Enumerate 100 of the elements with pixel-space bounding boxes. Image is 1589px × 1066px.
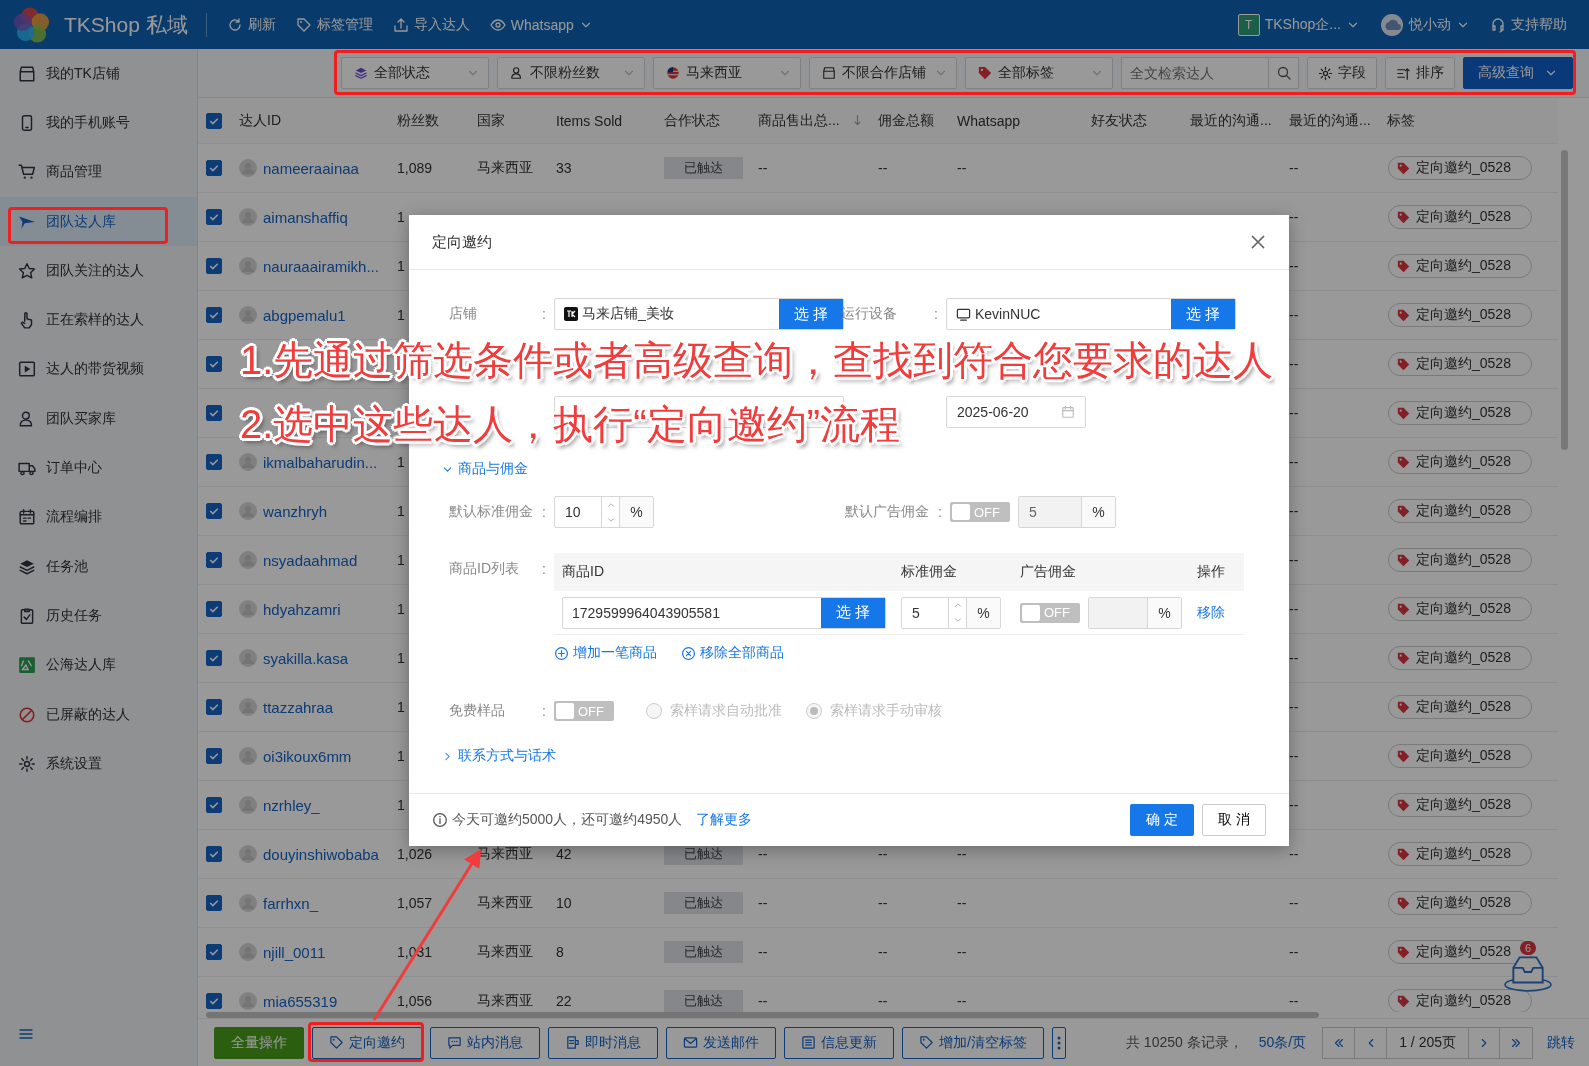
sidebar-item[interactable]: 订单中心 bbox=[0, 443, 197, 493]
select-button[interactable]: 选 择 bbox=[779, 299, 843, 329]
filter-dropdown[interactable]: 全部标签 bbox=[965, 57, 1113, 89]
search-field[interactable]: 全文检索达人 bbox=[1121, 57, 1269, 89]
number-field[interactable]: % bbox=[1088, 596, 1182, 629]
advanced-search-button[interactable]: 高级查询 bbox=[1463, 57, 1573, 89]
column-header[interactable]: 达人ID bbox=[239, 111, 281, 130]
toolbar-button[interactable]: 导入达人 bbox=[382, 4, 480, 45]
sidebar-item[interactable]: 流程编排 bbox=[0, 492, 197, 542]
filter-dropdown[interactable]: 马来西亚 bbox=[653, 57, 801, 89]
more-button[interactable] bbox=[1051, 1026, 1066, 1059]
sidebar-item[interactable]: 团队买家库 bbox=[0, 394, 197, 444]
vertical-scrollbar[interactable] bbox=[1561, 150, 1568, 450]
search-button[interactable] bbox=[1269, 57, 1299, 89]
column-header[interactable]: 粉丝数 bbox=[397, 111, 439, 130]
column-header[interactable]: Items Sold bbox=[556, 112, 623, 129]
creator-link[interactable]: nameeraainaa bbox=[263, 159, 359, 177]
number-field[interactable]: 5 % bbox=[901, 596, 1001, 629]
checkbox[interactable] bbox=[206, 112, 222, 129]
checkbox[interactable] bbox=[206, 160, 222, 176]
checkbox[interactable] bbox=[206, 846, 222, 862]
creator-link[interactable]: njill_0011 bbox=[263, 943, 326, 961]
creator-link[interactable]: nzrhley_ bbox=[263, 796, 320, 814]
creator-link[interactable]: wanzhryh bbox=[263, 502, 328, 520]
creator-link[interactable]: abgpemalu1 bbox=[263, 306, 346, 324]
section-toggle[interactable]: 商品与佣金 bbox=[441, 459, 528, 479]
sidebar-item[interactable]: 历史任务 bbox=[0, 591, 197, 641]
action-button[interactable]: 信息更新 bbox=[784, 1026, 894, 1059]
checkbox[interactable] bbox=[206, 748, 222, 764]
checkbox[interactable] bbox=[206, 601, 222, 617]
creator-link[interactable]: hdyahzamri bbox=[263, 600, 341, 618]
checkbox[interactable] bbox=[206, 209, 222, 225]
sidebar-item[interactable]: 商品管理 bbox=[0, 147, 197, 197]
action-button[interactable]: 发送邮件 bbox=[666, 1026, 776, 1059]
help-link[interactable]: 支持帮助 bbox=[1480, 4, 1577, 45]
section-toggle[interactable]: 联系方式与话术 bbox=[441, 746, 556, 766]
checkbox[interactable] bbox=[206, 552, 222, 568]
creator-link[interactable]: oi3ikoux6mm bbox=[263, 747, 352, 765]
sidebar-item[interactable]: 公海达人库 bbox=[0, 640, 197, 690]
toolbar-button[interactable]: Whatsapp bbox=[479, 4, 603, 45]
checkbox[interactable] bbox=[206, 944, 222, 960]
sidebar-item[interactable]: 团队达人库 bbox=[0, 196, 197, 247]
checkbox[interactable] bbox=[206, 699, 222, 715]
column-header[interactable]: 佣金总额 bbox=[878, 111, 934, 130]
checkbox[interactable] bbox=[206, 356, 222, 372]
remove-all-link[interactable]: 移除全部商品 bbox=[681, 644, 784, 662]
checkbox[interactable] bbox=[206, 258, 222, 274]
checkbox[interactable] bbox=[206, 993, 222, 1009]
product-id-field[interactable]: 1729599964043905581 选 择 bbox=[562, 596, 886, 629]
sidebar-item[interactable]: 我的手机账号 bbox=[0, 98, 197, 148]
filter-dropdown[interactable]: 不限粉丝数 bbox=[497, 57, 645, 89]
horizontal-scrollbar[interactable] bbox=[206, 1012, 1319, 1018]
learn-more-link[interactable]: 了解更多 bbox=[696, 811, 753, 829]
column-header[interactable]: 最近的沟通... bbox=[1190, 111, 1272, 130]
number-field[interactable]: 5 % bbox=[1018, 496, 1116, 528]
toolbar-button[interactable]: 排序 bbox=[1385, 57, 1455, 89]
action-button[interactable]: 即时消息 bbox=[548, 1026, 658, 1059]
sidebar-item[interactable]: 系统设置 bbox=[0, 739, 197, 789]
creator-link[interactable]: ikmalbaharudin... bbox=[263, 453, 378, 471]
date-field[interactable]: 2025-06-20 bbox=[946, 396, 1086, 428]
creator-link[interactable]: farrhxn_ bbox=[263, 894, 319, 912]
creator-link[interactable]: aimanshaffiq bbox=[263, 208, 348, 226]
filter-dropdown[interactable]: 不限合作店铺 bbox=[809, 57, 957, 89]
select-button[interactable]: 选 择 bbox=[821, 597, 885, 628]
checkbox[interactable] bbox=[206, 454, 222, 470]
column-header[interactable]: Whatsapp bbox=[957, 112, 1021, 129]
cancel-button[interactable]: 取 消 bbox=[1202, 804, 1266, 836]
creator-link[interactable]: ttazzahraa bbox=[263, 698, 334, 716]
action-button[interactable]: 增加/清空标签 bbox=[902, 1026, 1044, 1059]
column-header[interactable]: 合作状态 bbox=[664, 111, 720, 130]
toolbar-button[interactable]: 标签管理 bbox=[285, 4, 383, 45]
toolbar-button[interactable]: 字段 bbox=[1307, 57, 1377, 89]
sidebar-item[interactable]: 任务池 bbox=[0, 541, 197, 592]
checkbox[interactable] bbox=[206, 650, 222, 666]
creator-link[interactable]: douyinshiwobaba bbox=[263, 845, 379, 863]
checkbox[interactable] bbox=[206, 895, 222, 911]
checkbox[interactable] bbox=[206, 797, 222, 813]
action-button[interactable]: 站内消息 bbox=[430, 1026, 540, 1059]
column-header[interactable]: 好友状态 bbox=[1091, 111, 1147, 130]
checkbox[interactable] bbox=[206, 503, 222, 519]
add-product-link[interactable]: 增加一笔商品 bbox=[554, 644, 657, 662]
column-header[interactable]: 标签 bbox=[1387, 111, 1415, 130]
creator-link[interactable]: nauraaairamikh... bbox=[263, 257, 379, 275]
select-button[interactable]: 选 择 bbox=[1171, 299, 1235, 329]
creator-link[interactable]: mia655319 bbox=[263, 992, 338, 1010]
sidebar-item[interactable]: 已屏蔽的达人 bbox=[0, 689, 197, 740]
filter-dropdown[interactable]: 全部状态 bbox=[341, 57, 489, 89]
checkbox[interactable] bbox=[206, 307, 222, 323]
remove-link[interactable]: 移除 bbox=[1197, 603, 1225, 622]
creator-link[interactable]: syakilla.kasa bbox=[263, 649, 349, 667]
sidebar-item[interactable]: 我的TK店铺 bbox=[0, 49, 197, 99]
toolbar-button[interactable]: 刷新 bbox=[216, 4, 286, 45]
sidebar-item[interactable]: 团队关注的达人 bbox=[0, 246, 197, 296]
page-size-selector[interactable]: 50条/页 bbox=[1258, 1033, 1307, 1052]
device-picker[interactable]: KevinNUC 选 择 bbox=[946, 298, 1236, 330]
number-field[interactable]: 10 % bbox=[554, 496, 654, 528]
column-header[interactable]: 国家 bbox=[477, 111, 505, 130]
sidebar-item[interactable]: 达人的带货视频 bbox=[0, 344, 197, 395]
checkbox[interactable] bbox=[206, 405, 222, 421]
column-header[interactable]: 商品售出总... bbox=[758, 111, 840, 130]
